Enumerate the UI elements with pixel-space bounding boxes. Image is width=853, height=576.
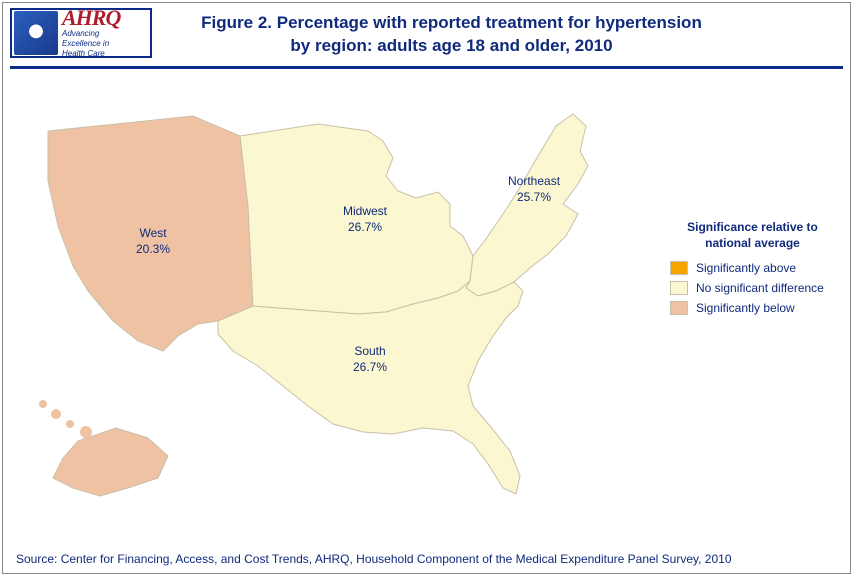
logo-tagline-3: Health Care bbox=[62, 50, 120, 59]
hhs-emblem-icon bbox=[14, 11, 58, 55]
label-south-pct: 26.7% bbox=[353, 360, 387, 376]
swatch-below bbox=[670, 301, 688, 315]
swatch-above bbox=[670, 261, 688, 275]
legend-item-none: No significant difference bbox=[670, 281, 835, 295]
figure-frame: AHRQ Advancing Excellence in Health Care… bbox=[0, 0, 853, 576]
label-northeast: Northeast 25.7% bbox=[508, 174, 560, 205]
source-line: Source: Center for Financing, Access, an… bbox=[16, 552, 732, 566]
label-midwest-pct: 26.7% bbox=[343, 220, 387, 236]
region-south bbox=[218, 281, 523, 494]
legend-item-below: Significantly below bbox=[670, 301, 835, 315]
label-northeast-pct: 25.7% bbox=[508, 190, 560, 206]
title-line-2: by region: adults age 18 and older, 2010 bbox=[290, 36, 612, 55]
title-rule bbox=[10, 66, 843, 69]
ahrq-logo: AHRQ Advancing Excellence in Health Care bbox=[10, 8, 152, 58]
legend-title: Significance relative to national averag… bbox=[670, 220, 835, 251]
legend-label-none: No significant difference bbox=[696, 281, 824, 295]
legend-label-below: Significantly below bbox=[696, 301, 795, 315]
region-alaska bbox=[53, 428, 168, 496]
logo-brand: AHRQ bbox=[62, 7, 120, 29]
logo-tagline-2: Excellence in bbox=[62, 40, 120, 49]
logo-tagline-1: Advancing bbox=[62, 30, 120, 39]
map-svg bbox=[18, 86, 658, 516]
label-midwest-name: Midwest bbox=[343, 204, 387, 218]
label-south: South 26.7% bbox=[353, 344, 387, 375]
region-hawaii-4 bbox=[80, 426, 92, 438]
label-west-name: West bbox=[139, 226, 166, 240]
logo-text: AHRQ Advancing Excellence in Health Care bbox=[62, 7, 120, 58]
legend-label-above: Significantly above bbox=[696, 261, 796, 275]
label-west: West 20.3% bbox=[136, 226, 170, 257]
region-hawaii-1 bbox=[39, 400, 47, 408]
label-northeast-name: Northeast bbox=[508, 174, 560, 188]
figure-title: Figure 2. Percentage with reported treat… bbox=[170, 12, 733, 58]
label-midwest: Midwest 26.7% bbox=[343, 204, 387, 235]
region-hawaii-3 bbox=[66, 420, 74, 428]
legend: Significance relative to national averag… bbox=[670, 220, 835, 321]
region-hawaii-2 bbox=[51, 409, 61, 419]
us-map: West 20.3% Midwest 26.7% South 26.7% Nor… bbox=[18, 86, 658, 516]
legend-item-above: Significantly above bbox=[670, 261, 835, 275]
label-south-name: South bbox=[354, 344, 385, 358]
swatch-none bbox=[670, 281, 688, 295]
label-west-pct: 20.3% bbox=[136, 242, 170, 258]
title-line-1: Figure 2. Percentage with reported treat… bbox=[201, 13, 702, 32]
